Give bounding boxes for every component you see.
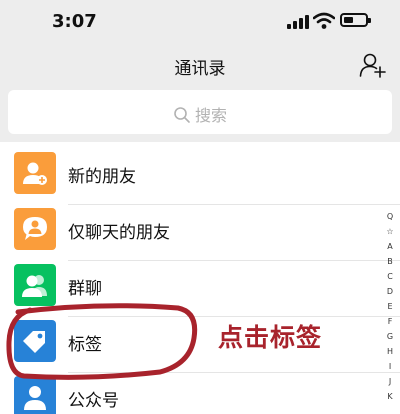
index-letter[interactable]: H bbox=[380, 347, 400, 356]
add-contact-icon[interactable] bbox=[359, 52, 387, 78]
index-letter[interactable]: Q bbox=[380, 212, 400, 221]
index-letter[interactable]: B bbox=[380, 257, 400, 266]
page-title: 通讯录 bbox=[174, 59, 226, 79]
index-letter[interactable]: C bbox=[380, 272, 400, 281]
chat-only-friend-icon bbox=[14, 208, 56, 250]
index-letter[interactable]: K bbox=[380, 392, 400, 401]
index-letter[interactable]: F bbox=[380, 317, 400, 326]
index-letter[interactable]: I bbox=[380, 362, 400, 371]
add-friend-icon bbox=[14, 152, 56, 194]
annotation-circle bbox=[6, 303, 198, 380]
index-letter[interactable]: J bbox=[380, 377, 400, 386]
wifi-icon bbox=[313, 12, 335, 29]
search-placeholder: 搜索 bbox=[194, 106, 227, 125]
list-item-label: 公众号 bbox=[68, 391, 119, 411]
index-letter[interactable]: ☆ bbox=[380, 227, 400, 236]
index-letter[interactable]: G bbox=[380, 332, 400, 341]
search-input[interactable]: 搜索 bbox=[8, 90, 392, 134]
status-bar: 3:07 bbox=[0, 0, 400, 46]
annotation-text: 点击标签 bbox=[218, 323, 323, 352]
battery-icon bbox=[340, 13, 371, 27]
alphabet-index-bar[interactable]: Q ☆ A B C D E F G H I J K bbox=[380, 212, 400, 414]
list-item-label: 新的朋友 bbox=[68, 167, 136, 187]
index-letter[interactable]: A bbox=[380, 242, 400, 251]
cellular-signal-icon bbox=[287, 14, 309, 29]
list-item-label: 仅聊天的朋友 bbox=[68, 223, 170, 243]
status-time: 3:07 bbox=[52, 11, 97, 32]
list-item-new-friends[interactable]: 新的朋友 bbox=[0, 144, 400, 202]
nav-bar: 通讯录 bbox=[0, 46, 400, 86]
list-item-chat-only-friends[interactable]: 仅聊天的朋友 bbox=[0, 200, 400, 258]
index-letter[interactable]: E bbox=[380, 302, 400, 311]
index-letter[interactable]: D bbox=[380, 287, 400, 296]
search-icon bbox=[174, 107, 190, 123]
